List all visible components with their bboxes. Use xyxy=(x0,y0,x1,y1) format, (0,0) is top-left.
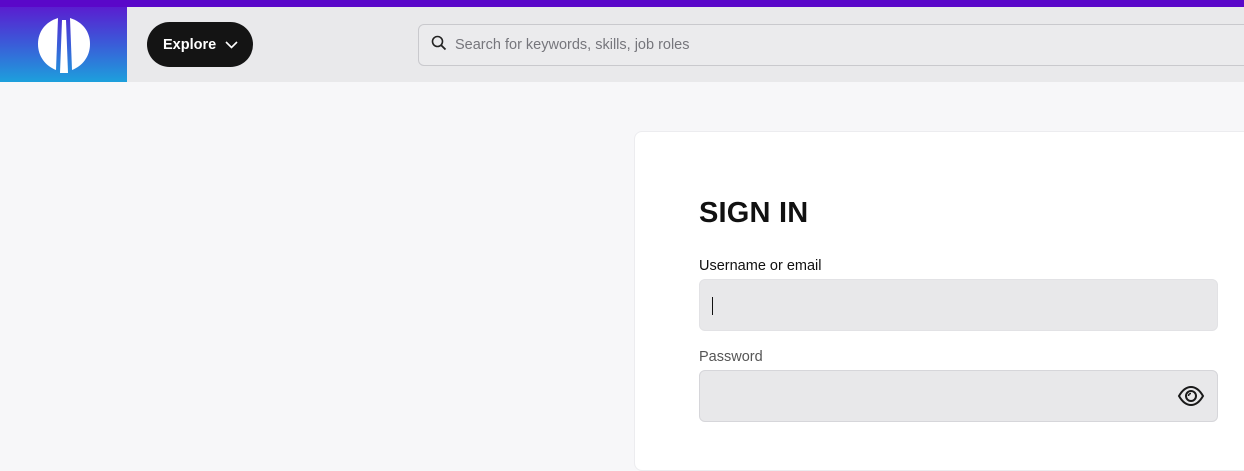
password-label: Password xyxy=(699,349,763,365)
explore-label: Explore xyxy=(163,36,217,53)
explore-button[interactable]: Explore xyxy=(147,22,253,67)
chevron-down-icon xyxy=(225,40,238,49)
page-title: SIGN IN xyxy=(699,197,809,229)
text-cursor xyxy=(712,297,713,315)
brand-logo[interactable] xyxy=(0,7,127,82)
username-label: Username or email xyxy=(699,258,822,274)
brand-logo-icon xyxy=(37,17,90,73)
username-field[interactable] xyxy=(699,279,1218,331)
search-icon xyxy=(431,35,447,56)
search-bar[interactable] xyxy=(418,24,1244,66)
top-accent-bar xyxy=(0,0,1244,7)
password-field[interactable] xyxy=(699,370,1218,422)
search-input[interactable] xyxy=(455,37,1155,53)
eye-icon[interactable] xyxy=(1177,384,1205,408)
